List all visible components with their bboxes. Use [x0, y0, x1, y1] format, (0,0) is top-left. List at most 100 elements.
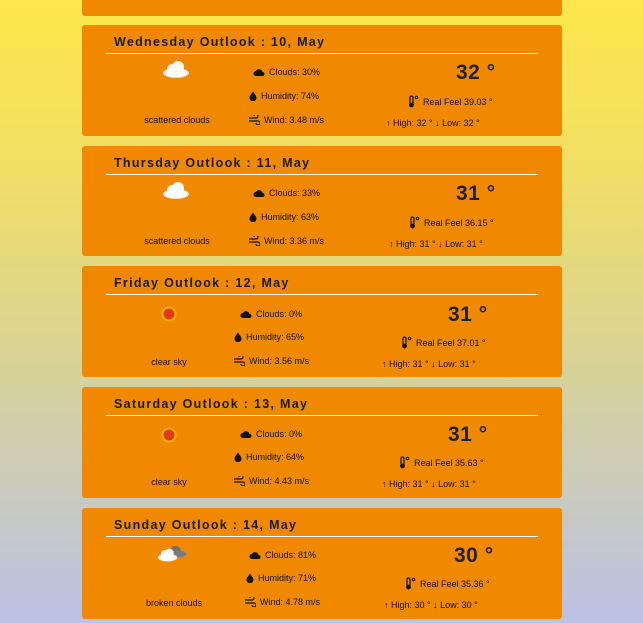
high-temp: ↑ High: 31 ° — [389, 239, 436, 249]
clouds-stat: Clouds: 30% — [253, 67, 320, 77]
low-temp: ↓ Low: 31 ° — [438, 239, 483, 249]
cloud-icon — [253, 189, 265, 197]
low-temp: ↓ Low: 30 ° — [433, 600, 478, 610]
humidity-value: Humidity: 65% — [246, 332, 305, 342]
forecast-card-wednesday: Wednesday Outlook : 10, May scattered cl… — [82, 25, 562, 136]
card-title: Saturday Outlook : 13, May — [114, 397, 309, 411]
high-low: ↑ High: 31 ° ↓ Low: 31 ° — [382, 479, 476, 489]
divider — [106, 294, 538, 295]
temperature: 32 ° — [456, 61, 496, 84]
card-title: Friday Outlook : 12, May — [114, 276, 290, 290]
real-feel-value: Real Feel 39.03 ° — [423, 96, 493, 107]
real-feel: Real Feel 37.01 ° — [400, 336, 486, 349]
wind-value: Wind: 3.56 m/s — [249, 356, 310, 366]
thermometer-icon — [410, 216, 420, 229]
humidity-stat: Humidity: 74% — [249, 91, 319, 101]
temperature: 31 ° — [456, 182, 496, 205]
divider — [106, 536, 538, 537]
real-feel: Real Feel 39.03 ° — [407, 95, 493, 108]
droplet-icon — [249, 212, 257, 222]
weather-description: scattered clouds — [144, 236, 210, 246]
cloud-icon — [249, 551, 261, 559]
forecast-card-sunday: Sunday Outlook : 14, May broken clouds C… — [82, 508, 562, 619]
scattered-clouds-icon — [163, 61, 189, 78]
wind-value: Wind: 4.78 m/s — [260, 597, 321, 607]
divider — [106, 174, 538, 175]
humidity-value: Humidity: 64% — [246, 452, 305, 462]
divider — [106, 415, 538, 416]
wind-stat: Wind: 4.78 m/s — [244, 597, 320, 607]
wind-icon — [249, 236, 260, 246]
high-temp: ↑ High: 31 ° — [382, 359, 429, 369]
real-feel: Real Feel 36.15 ° — [408, 216, 494, 229]
scattered-clouds-icon — [163, 182, 189, 199]
wind-icon — [234, 476, 245, 486]
real-feel: Real Feel 35.63 ° — [398, 456, 484, 469]
clouds-value: Clouds: 30% — [269, 67, 321, 77]
humidity-stat: Humidity: 71% — [246, 573, 316, 583]
humidity-value: Humidity: 71% — [258, 573, 317, 583]
real-feel-value: Real Feel 36.15 ° — [424, 217, 494, 228]
low-temp: ↓ Low: 32 ° — [435, 118, 480, 128]
thermometer-icon — [406, 577, 416, 590]
high-low: ↑ High: 31 ° ↓ Low: 31 ° — [389, 239, 483, 249]
weather-description: clear sky — [151, 477, 187, 487]
forecast-card-thursday: Thursday Outlook : 11, May scattered clo… — [82, 146, 562, 256]
wind-value: Wind: 3.48 m/s — [264, 115, 325, 125]
cloud-icon — [240, 430, 252, 438]
weather-description: scattered clouds — [144, 115, 210, 125]
forecast-card-saturday: Saturday Outlook : 13, May clear sky Clo… — [82, 387, 562, 498]
weather-description: broken clouds — [145, 598, 203, 608]
real-feel: Real Feel 35.36 ° — [404, 577, 490, 590]
wind-icon — [234, 356, 245, 366]
thermometer-icon — [400, 456, 410, 469]
real-feel-value: Real Feel 35.63 ° — [414, 457, 484, 468]
broken-clouds-icon — [157, 546, 187, 562]
clouds-stat: Clouds: 81% — [249, 550, 316, 560]
humidity-stat: Humidity: 64% — [234, 452, 304, 462]
wind-stat: Wind: 3.48 m/s — [248, 115, 324, 125]
wind-stat: Wind: 4.43 m/s — [233, 476, 309, 486]
real-feel-value: Real Feel 35.36 ° — [420, 578, 490, 589]
clouds-value: Clouds: 0% — [256, 429, 303, 439]
card-title: Thursday Outlook : 11, May — [114, 156, 311, 170]
clouds-value: Clouds: 81% — [265, 550, 317, 560]
temperature: 31 ° — [448, 303, 488, 326]
humidity-stat: Humidity: 63% — [249, 212, 319, 222]
droplet-icon — [234, 332, 242, 342]
card-title: Sunday Outlook : 14, May — [114, 518, 298, 532]
divider — [106, 53, 538, 54]
thermometer-icon — [402, 336, 412, 349]
high-temp: ↑ High: 30 ° — [384, 600, 431, 610]
low-temp: ↓ Low: 31 ° — [431, 359, 476, 369]
weather-description: clear sky — [151, 357, 187, 367]
card-title: Wednesday Outlook : 10, May — [114, 35, 326, 49]
droplet-icon — [234, 452, 242, 462]
high-low: ↑ High: 31 ° ↓ Low: 31 ° — [382, 359, 476, 369]
wind-icon — [245, 597, 256, 607]
temperature: 30 ° — [454, 544, 494, 567]
wind-icon — [249, 115, 260, 125]
clouds-stat: Clouds: 0% — [240, 429, 302, 439]
cloud-icon — [240, 310, 252, 318]
wind-stat: Wind: 3.56 m/s — [233, 356, 309, 366]
clear-sky-sun-icon — [161, 427, 177, 443]
humidity-value: Humidity: 63% — [261, 212, 320, 222]
forecast-card-friday: Friday Outlook : 12, May clear sky Cloud… — [82, 266, 562, 377]
high-low: ↑ High: 30 ° ↓ Low: 30 ° — [384, 600, 478, 610]
high-low: ↑ High: 32 ° ↓ Low: 32 ° — [386, 118, 480, 128]
high-temp: ↑ High: 32 ° — [386, 118, 433, 128]
droplet-icon — [246, 573, 254, 583]
wind-value: Wind: 4.43 m/s — [249, 476, 310, 486]
temperature: 31 ° — [448, 423, 488, 446]
clear-sky-sun-icon — [161, 306, 177, 322]
high-temp: ↑ High: 31 ° — [382, 479, 429, 489]
wind-stat: Wind: 3.36 m/s — [248, 236, 324, 246]
low-temp: ↓ Low: 31 ° — [431, 479, 476, 489]
real-feel-value: Real Feel 37.01 ° — [416, 337, 486, 348]
thermometer-icon — [409, 95, 419, 108]
clouds-value: Clouds: 0% — [256, 309, 303, 319]
cloud-icon — [253, 68, 265, 76]
clouds-stat: Clouds: 0% — [240, 309, 302, 319]
clouds-stat: Clouds: 33% — [253, 188, 320, 198]
